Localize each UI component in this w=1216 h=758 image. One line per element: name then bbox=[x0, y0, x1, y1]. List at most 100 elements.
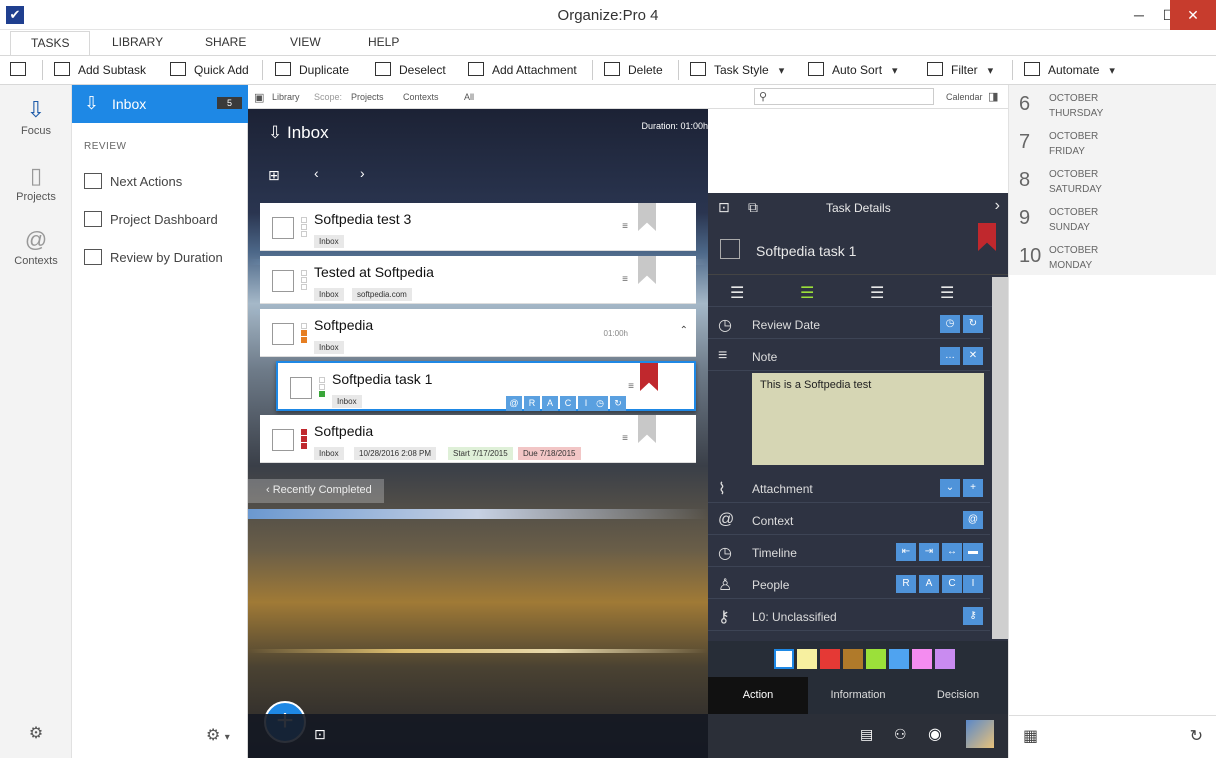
nav-item-project-dashboard[interactable]: Project Dashboard bbox=[84, 211, 218, 227]
raci-button[interactable]: @ bbox=[506, 396, 522, 411]
bookmark-icon[interactable] bbox=[638, 415, 656, 443]
color-swatch-red[interactable] bbox=[820, 649, 840, 669]
library-link[interactable]: Library bbox=[272, 92, 300, 102]
search-input[interactable]: ⚲ bbox=[754, 88, 934, 105]
duplicate-button[interactable]: Duplicate bbox=[275, 62, 349, 77]
calendar-grid-icon[interactable]: ▦ bbox=[1023, 726, 1038, 746]
color-swatch-yellow[interactable] bbox=[797, 649, 817, 669]
color-swatch-blue[interactable] bbox=[889, 649, 909, 669]
calendar-day[interactable]: 6 OCTOBER THURSDAY bbox=[1019, 87, 1209, 125]
bookmark-icon[interactable] bbox=[638, 203, 656, 231]
task-checkbox[interactable] bbox=[272, 323, 294, 345]
calendar-day[interactable]: 9 OCTOBER SUNDAY bbox=[1019, 201, 1209, 239]
menu-lines-icon[interactable]: ≡ bbox=[622, 221, 628, 232]
clock-icon[interactable]: ◷ bbox=[592, 396, 608, 411]
filter-dropdown[interactable]: Filter ▾ bbox=[927, 62, 993, 77]
tab-decision[interactable]: Decision bbox=[908, 677, 1008, 714]
quick-add-button[interactable]: Quick Add bbox=[170, 62, 249, 77]
attachment-expand-button[interactable]: ⌄ bbox=[940, 479, 960, 497]
auto-sort-dropdown[interactable]: Auto Sort ▾ bbox=[808, 62, 898, 77]
duplicate-icon[interactable]: ⧉ bbox=[748, 199, 758, 216]
timeline-start-button[interactable]: ⇤ bbox=[896, 543, 916, 561]
delete-button[interactable]: Delete bbox=[604, 62, 663, 77]
menu-lines-icon[interactable]: ≡ bbox=[628, 381, 634, 392]
scope-projects[interactable]: Projects bbox=[351, 92, 384, 102]
chevron-left-icon[interactable]: ‹ bbox=[314, 165, 319, 181]
type-action-icon[interactable]: ☰ bbox=[730, 283, 744, 303]
accountable-button[interactable]: A bbox=[919, 575, 939, 593]
tab-share[interactable]: SHARE bbox=[205, 35, 246, 49]
task-card[interactable]: Softpedia Inbox 10/28/2016 2:08 PM Start… bbox=[260, 415, 696, 463]
timeline-range-button[interactable]: ↔ bbox=[942, 543, 962, 561]
rail-contexts[interactable]: @ Contexts bbox=[0, 225, 72, 267]
type-active-icon[interactable]: ☰ bbox=[800, 283, 814, 303]
note-more-button[interactable]: … bbox=[940, 347, 960, 365]
rail-focus[interactable]: ⇩ Focus bbox=[0, 95, 72, 137]
timeline-bar-button[interactable]: ▬ bbox=[963, 543, 983, 561]
color-swatch-pink[interactable] bbox=[912, 649, 932, 669]
chevron-right-icon[interactable]: › bbox=[360, 165, 365, 181]
refresh-button[interactable]: ↻ bbox=[963, 315, 983, 333]
nav-item-review-by-duration[interactable]: Review by Duration bbox=[84, 249, 223, 265]
menu-lines-icon[interactable]: ≡ bbox=[622, 274, 628, 285]
nav-item-inbox[interactable]: ⇩ Inbox 5 bbox=[72, 85, 248, 123]
tab-tasks[interactable]: TASKS bbox=[10, 31, 91, 55]
consulted-button[interactable]: C bbox=[942, 575, 962, 593]
task-card-selected[interactable]: Softpedia task 1 Inbox ≡ @ R A C I ◷ ↻ bbox=[276, 361, 696, 411]
note-clear-button[interactable]: ✕ bbox=[963, 347, 983, 365]
type-decision-icon[interactable]: ☰ bbox=[940, 283, 954, 303]
deselect-button[interactable]: Deselect bbox=[375, 62, 446, 77]
context-add-button[interactable]: @ bbox=[963, 511, 983, 529]
menu-button[interactable] bbox=[10, 62, 34, 77]
refresh-icon[interactable]: ↻ bbox=[1190, 726, 1203, 746]
chevron-up-icon[interactable]: ⌃ bbox=[680, 325, 688, 336]
tab-help[interactable]: HELP bbox=[368, 35, 399, 49]
rail-projects[interactable]: ▯ Projects bbox=[0, 161, 72, 203]
raci-button[interactable]: C bbox=[560, 396, 576, 411]
task-checkbox[interactable] bbox=[720, 239, 740, 259]
color-swatch-green[interactable] bbox=[866, 649, 886, 669]
informed-button[interactable]: I bbox=[963, 575, 983, 593]
color-swatch-purple[interactable] bbox=[935, 649, 955, 669]
note-textarea[interactable]: This is a Softpedia test bbox=[752, 373, 984, 465]
panel-icon[interactable]: ◨ bbox=[988, 90, 998, 103]
raci-button[interactable]: R bbox=[524, 396, 540, 411]
responsible-button[interactable]: R bbox=[896, 575, 916, 593]
calendar-day[interactable]: 10 OCTOBER MONDAY bbox=[1019, 239, 1209, 277]
task-checkbox[interactable] bbox=[290, 377, 312, 399]
add-subtask-icon[interactable]: ⊡ bbox=[718, 199, 730, 216]
type-info-icon[interactable]: ☰ bbox=[870, 283, 884, 303]
calendar-day[interactable]: 7 OCTOBER FRIDAY bbox=[1019, 125, 1209, 163]
chevron-right-icon[interactable]: › bbox=[995, 197, 1000, 215]
task-checkbox[interactable] bbox=[272, 270, 294, 292]
details-scrollbar[interactable] bbox=[992, 277, 1008, 639]
nav-settings-dropdown[interactable]: ⚙ ▾ bbox=[206, 725, 230, 745]
bookmark-icon[interactable] bbox=[978, 223, 996, 251]
raci-button[interactable]: A bbox=[542, 396, 558, 411]
automate-dropdown[interactable]: Automate ▾ bbox=[1024, 62, 1115, 77]
recently-completed-toggle[interactable]: ‹ Recently Completed bbox=[248, 479, 384, 503]
clock-button[interactable]: ◷ bbox=[940, 315, 960, 333]
add-attachment-button[interactable]: Add Attachment bbox=[468, 62, 577, 77]
people-icon[interactable]: ⚇ bbox=[894, 726, 907, 743]
tab-view[interactable]: VIEW bbox=[290, 35, 321, 49]
attachment-add-button[interactable]: + bbox=[963, 479, 983, 497]
tab-information[interactable]: Information bbox=[808, 677, 908, 714]
task-card[interactable]: Softpedia Inbox 01:00h ⌃ bbox=[260, 309, 696, 357]
minimize-button[interactable]: ─ bbox=[1124, 0, 1154, 30]
close-button[interactable]: ✕ bbox=[1170, 0, 1216, 30]
user-icon[interactable]: ◉ bbox=[928, 724, 942, 744]
menu-lines-icon[interactable]: ≡ bbox=[622, 433, 628, 444]
scope-all[interactable]: All bbox=[464, 92, 474, 102]
color-swatch-brown[interactable] bbox=[843, 649, 863, 669]
tab-action[interactable]: Action bbox=[708, 677, 808, 714]
settings-button[interactable]: ⚙ bbox=[0, 723, 72, 743]
classification-button[interactable]: ⚷ bbox=[963, 607, 983, 625]
tab-library[interactable]: LIBRARY bbox=[112, 35, 163, 49]
refresh-icon[interactable]: ↻ bbox=[610, 396, 626, 411]
add-subtask-button[interactable]: Add Subtask bbox=[54, 62, 146, 77]
nav-item-next-actions[interactable]: Next Actions bbox=[84, 173, 182, 189]
add-subtask-icon[interactable]: ⊡ bbox=[314, 726, 326, 743]
grid-view-icon[interactable]: ⊞ bbox=[268, 167, 280, 184]
task-checkbox[interactable] bbox=[272, 429, 294, 451]
